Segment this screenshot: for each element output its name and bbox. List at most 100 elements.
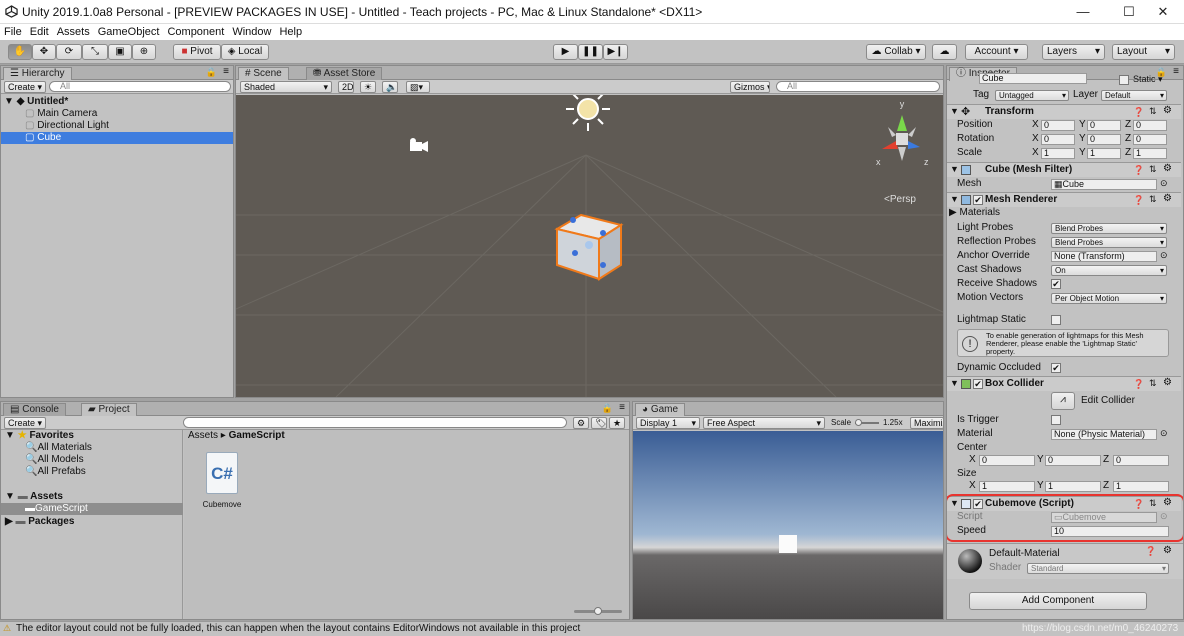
scale-slider[interactable] xyxy=(855,419,879,426)
aspect-dropdown[interactable]: Free Aspect ▾ xyxy=(703,417,825,429)
maximize-on-play-button[interactable]: Maximize xyxy=(910,417,944,429)
favorites-row[interactable]: ▼ ★ Favorites xyxy=(1,430,183,442)
box-collider-header[interactable]: ▼ ✔ Box Collider ❓ ⇅ ⚙ xyxy=(947,376,1181,391)
layer-dropdown[interactable]: Default xyxy=(1101,90,1167,101)
scale-z-field[interactable]: 1 xyxy=(1133,148,1167,159)
minimize-button[interactable]: — xyxy=(1060,0,1106,24)
tab-scene[interactable]: # Scene xyxy=(238,67,289,81)
material-section[interactable]: Default-Material Shader Standard ❓ ⚙ xyxy=(947,543,1183,579)
materials-foldout[interactable]: ▶ Materials xyxy=(949,207,1000,218)
icon-size-slider[interactable] xyxy=(574,607,622,615)
size-x-field[interactable]: 1 xyxy=(979,481,1035,492)
scene-effects-icon[interactable]: ▨▾ xyxy=(406,81,430,93)
scale-tool-icon[interactable]: ⤡ xyxy=(82,44,108,60)
layers-dropdown[interactable]: Layers ▾ xyxy=(1042,44,1105,60)
lock-icon[interactable]: 🔒 xyxy=(206,67,217,78)
pause-button[interactable]: ❚❚ xyxy=(578,44,603,60)
scene-root-row[interactable]: ▼ ◆ Untitled* xyxy=(1,96,233,108)
center-z-field[interactable]: 0 xyxy=(1113,455,1169,466)
mesh-field[interactable]: ▦Cube xyxy=(1051,179,1157,190)
lock-icon[interactable]: 🔒 xyxy=(602,403,613,414)
physic-material-field[interactable]: None (Physic Material) xyxy=(1051,429,1157,440)
project-create-button[interactable]: Create ▾ xyxy=(4,417,47,429)
edit-collider-button[interactable]: ⩘ xyxy=(1051,392,1075,410)
favorite-star-icon[interactable]: ★ xyxy=(609,417,625,429)
panel-menu-icon[interactable]: ≡ xyxy=(223,66,229,77)
tab-project[interactable]: ▰ Project xyxy=(81,403,137,417)
anchor-override-field[interactable]: None (Transform) xyxy=(1051,251,1157,262)
object-picker-icon[interactable]: ⊙ xyxy=(1160,428,1168,439)
object-picker-icon[interactable]: ⊙ xyxy=(1160,250,1168,261)
toggle-2d-button[interactable]: 2D xyxy=(338,81,354,93)
gizmos-dropdown[interactable]: Gizmos ▾ xyxy=(730,81,770,93)
static-label[interactable]: Static ▾ xyxy=(1133,74,1163,85)
hierarchy-item-main-camera[interactable]: ▢ Main Camera xyxy=(1,108,233,120)
preset-icon[interactable]: ⇅ xyxy=(1149,194,1157,205)
mesh-renderer-enabled-checkbox[interactable]: ✔ xyxy=(973,195,983,205)
scene-viewport[interactable]: y x z <Persp xyxy=(236,95,943,397)
add-component-button[interactable]: Add Component xyxy=(969,592,1147,610)
component-gear-icon[interactable]: ⚙ xyxy=(1163,193,1172,204)
menu-component[interactable]: Component xyxy=(163,26,228,38)
help-icon[interactable]: ❓ xyxy=(1133,379,1144,390)
menu-help[interactable]: Help xyxy=(275,26,306,38)
search-by-type-icon[interactable]: ⚙ xyxy=(573,417,589,429)
layout-dropdown[interactable]: Layout ▾ xyxy=(1112,44,1175,60)
breadcrumb-current[interactable]: GameScript xyxy=(229,430,285,441)
help-icon[interactable]: ❓ xyxy=(1133,165,1144,176)
position-z-field[interactable]: 0 xyxy=(1133,120,1167,131)
tab-asset-store[interactable]: ⛃ Asset Store xyxy=(306,67,383,80)
object-picker-icon[interactable]: ⊙ xyxy=(1160,178,1168,189)
preset-icon[interactable]: ⇅ xyxy=(1149,164,1157,175)
scale-x-field[interactable]: 1 xyxy=(1041,148,1075,159)
scale-y-field[interactable]: 1 xyxy=(1087,148,1121,159)
light-probes-dropdown[interactable]: Blend Probes xyxy=(1051,223,1167,234)
scene-audio-icon[interactable]: 🔈 xyxy=(382,81,398,93)
display-dropdown[interactable]: Display 1 ▾ xyxy=(636,417,700,429)
position-x-field[interactable]: 0 xyxy=(1041,120,1075,131)
shader-dropdown[interactable]: Standard xyxy=(1027,563,1169,574)
mesh-filter-header[interactable]: ▼ Cube (Mesh Filter) ❓ ⇅ ⚙ xyxy=(947,162,1181,177)
tab-hierarchy[interactable]: ☰ Hierarchy xyxy=(3,67,72,81)
hand-tool-icon[interactable]: ✋ xyxy=(8,44,32,60)
close-button[interactable]: ✕ xyxy=(1140,0,1184,24)
move-tool-icon[interactable]: ✥ xyxy=(32,44,56,60)
size-z-field[interactable]: 1 xyxy=(1113,481,1169,492)
hierarchy-item-cube[interactable]: ▢ Cube xyxy=(1,132,233,144)
status-message[interactable]: The editor layout could not be fully loa… xyxy=(16,623,580,634)
menu-file[interactable]: File xyxy=(0,26,26,38)
play-button[interactable]: ▶ xyxy=(553,44,578,60)
lightmap-static-checkbox[interactable] xyxy=(1051,315,1061,325)
static-checkbox[interactable] xyxy=(1119,75,1129,85)
folder-item-gamescript[interactable]: ▬GameScript xyxy=(1,503,183,515)
rect-tool-icon[interactable]: ▣ xyxy=(108,44,132,60)
scene-search-input[interactable]: All xyxy=(776,81,940,92)
center-y-field[interactable]: 0 xyxy=(1045,455,1101,466)
local-button[interactable]: ◈ Local xyxy=(221,44,269,60)
favorite-item-all-prefabs[interactable]: 🔍All Prefabs xyxy=(1,466,183,478)
collab-button[interactable]: ☁ Collab ▾ xyxy=(866,44,926,60)
account-dropdown[interactable]: Account ▾ xyxy=(965,44,1028,60)
mesh-renderer-header[interactable]: ▼ ✔ Mesh Renderer ❓ ⇅ ⚙ xyxy=(947,192,1181,207)
favorite-item-all-models[interactable]: 🔍All Models xyxy=(1,454,183,466)
shading-mode-dropdown[interactable]: Shaded ▾ xyxy=(240,81,332,93)
cast-shadows-dropdown[interactable]: On xyxy=(1051,265,1167,276)
project-search-input[interactable] xyxy=(183,417,567,428)
transform-tool-icon[interactable]: ⊕ xyxy=(132,44,156,60)
position-y-field[interactable]: 0 xyxy=(1087,120,1121,131)
reflection-probes-dropdown[interactable]: Blend Probes xyxy=(1051,237,1167,248)
panel-menu-icon[interactable]: ≡ xyxy=(1173,66,1179,77)
receive-shadows-checkbox[interactable]: ✔ xyxy=(1051,279,1061,289)
center-x-field[interactable]: 0 xyxy=(979,455,1035,466)
hierarchy-search-input[interactable]: All xyxy=(49,81,231,92)
tab-game[interactable]: ◕ Game xyxy=(635,403,686,417)
component-gear-icon[interactable]: ⚙ xyxy=(1163,105,1172,116)
tag-dropdown[interactable]: Untagged xyxy=(995,90,1069,101)
is-trigger-checkbox[interactable] xyxy=(1051,415,1061,425)
help-icon[interactable]: ❓ xyxy=(1133,107,1144,118)
game-viewport[interactable] xyxy=(633,431,943,619)
scene-lighting-icon[interactable]: ☀ xyxy=(360,81,376,93)
pivot-button[interactable]: ■ Pivot xyxy=(173,44,221,60)
help-icon[interactable]: ❓ xyxy=(1145,546,1156,557)
hierarchy-item-directional-light[interactable]: ▢ Directional Light xyxy=(1,120,233,132)
